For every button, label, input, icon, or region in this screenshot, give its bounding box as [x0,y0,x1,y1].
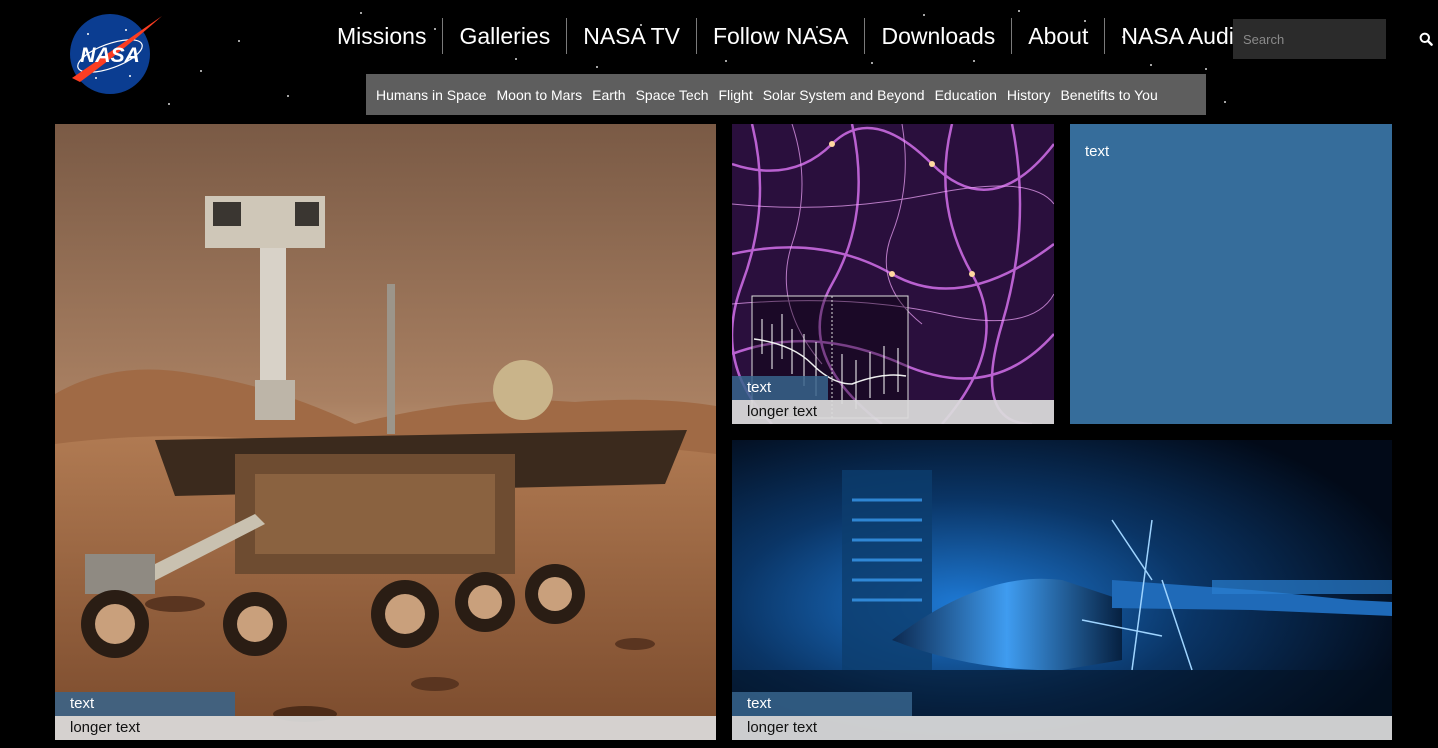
tile-caption: longer text [732,400,1054,424]
topic-education[interactable]: Education [935,87,1007,103]
topic-space-tech[interactable]: Space Tech [636,87,719,103]
search-input[interactable] [1233,19,1419,59]
nasa-meatball-icon: NASA [70,14,162,94]
topic-moon-to-mars[interactable]: Moon to Mars [497,87,593,103]
nav-about[interactable]: About [1011,18,1104,54]
tile-tag: text [732,376,828,400]
feature-tile-wind-tunnel[interactable]: text longer text [732,440,1392,740]
feature-tile-cosmic-web[interactable]: text longer text [732,124,1054,424]
topic-history[interactable]: History [1007,87,1061,103]
nav-follow-nasa[interactable]: Follow NASA [695,18,864,54]
tile-caption: longer text [732,716,1392,740]
tile-tag: text [55,692,235,716]
tile-caption: longer text [55,716,716,740]
topic-humans-in-space[interactable]: Humans in Space [376,87,497,103]
nasa-logo[interactable]: NASA [66,12,166,96]
search-button[interactable] [1419,19,1433,59]
search-box [1233,19,1433,59]
nav-missions[interactable]: Missions [321,18,442,54]
topic-flight[interactable]: Flight [718,87,762,103]
main-navigation: Missions Galleries NASA TV Follow NASA D… [321,17,1311,55]
nav-downloads[interactable]: Downloads [864,18,1011,54]
feature-tile-mars-rover[interactable]: text longer text [55,124,716,740]
nav-nasa-tv[interactable]: NASA TV [566,18,696,54]
topic-navigation: Humans in Space Moon to Mars Earth Space… [366,74,1206,115]
topic-solar-system[interactable]: Solar System and Beyond [763,87,935,103]
svg-text:NASA: NASA [80,44,140,67]
tile-tag: text [732,692,912,716]
nav-galleries[interactable]: Galleries [442,18,566,54]
tile-label: text [1085,143,1110,160]
topic-benefits[interactable]: Benetifts to You [1060,87,1167,103]
topic-earth[interactable]: Earth [592,87,635,103]
search-icon [1419,32,1433,46]
feature-tile-text-panel[interactable]: text [1070,124,1392,424]
mars-rover-image [55,124,716,740]
